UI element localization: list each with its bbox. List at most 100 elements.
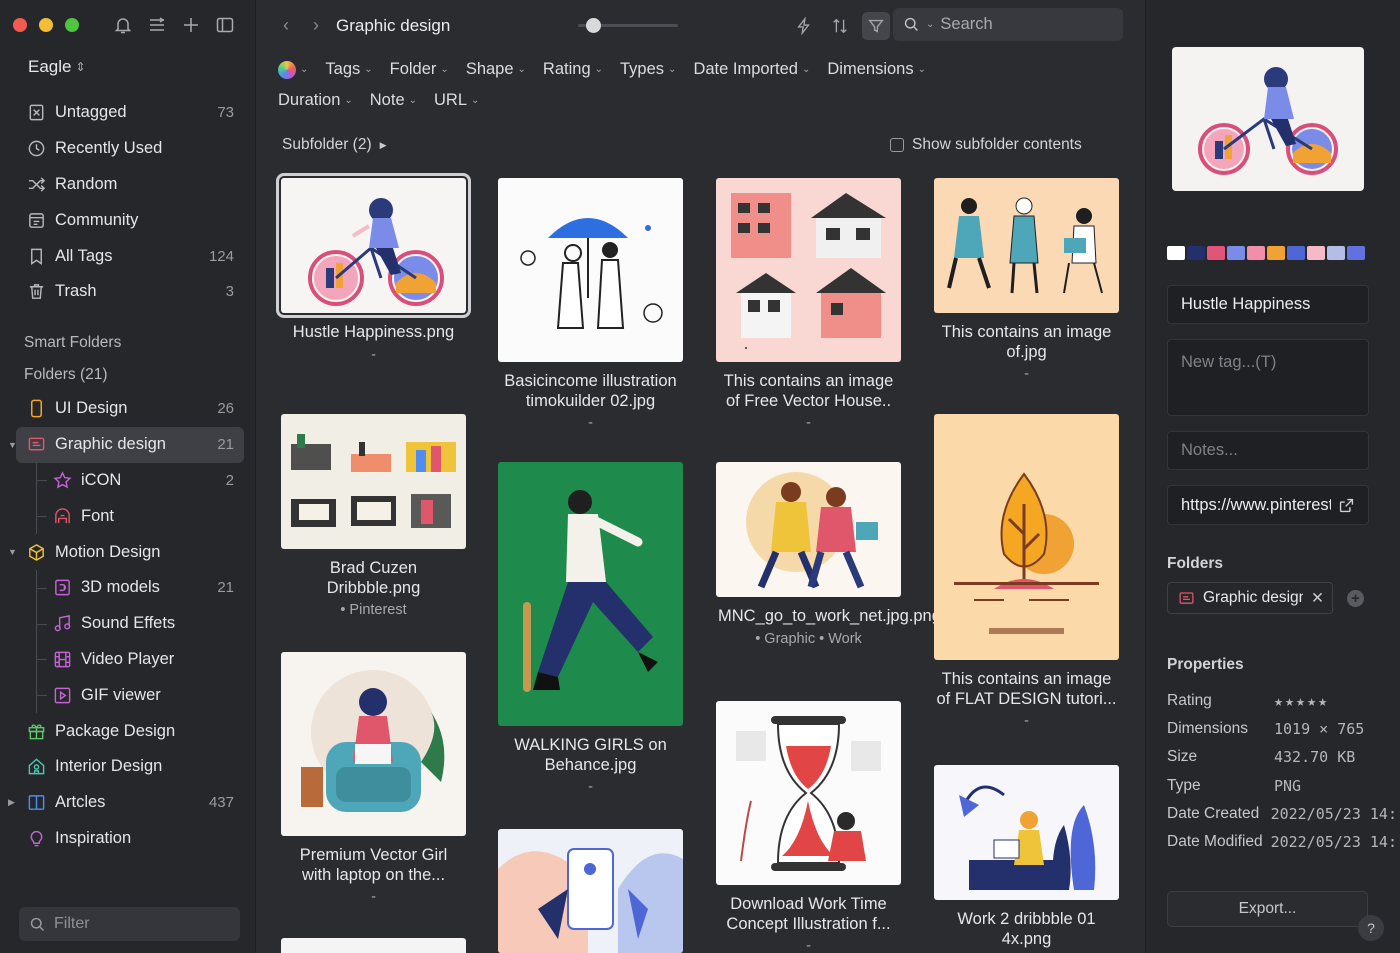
folders-heading[interactable]: Folders (21) [16, 359, 244, 391]
zoom-window-button[interactable] [65, 18, 79, 32]
palette-swatch[interactable] [1287, 246, 1305, 260]
grid-item[interactable]: This contains an image of FLAT DESIGN tu… [934, 414, 1119, 729]
close-window-button[interactable] [13, 18, 27, 32]
folder-item-interior-design[interactable]: Interior Design [16, 749, 244, 785]
export-button[interactable]: Export... [1167, 891, 1368, 927]
item-thumbnail[interactable] [498, 462, 683, 726]
item-thumbnail[interactable] [934, 414, 1119, 660]
folder-item-inspiration[interactable]: Inspiration [16, 821, 244, 857]
forward-arrow-icon[interactable]: › [306, 15, 326, 36]
add-folder-button[interactable]: + [1347, 590, 1364, 607]
sidebar-item-random[interactable]: Random [16, 167, 244, 203]
plus-icon[interactable] [180, 14, 202, 36]
lightning-icon[interactable] [790, 12, 818, 40]
minimize-window-button[interactable] [39, 18, 53, 32]
folder-item-artcles[interactable]: ▶ Artcles 437 [8, 785, 244, 821]
subfolder-toggle[interactable]: Subfolder (2) ▶ [282, 136, 387, 154]
palette-swatch[interactable] [1247, 246, 1265, 260]
show-subfolder-toggle[interactable]: Show subfolder contents [890, 136, 1082, 154]
filter-tags[interactable]: Tags ⌄ [325, 58, 372, 81]
bell-icon[interactable] [112, 14, 134, 36]
item-thumbnail[interactable] [281, 414, 466, 549]
grid-item[interactable]: Hustle Happiness.png - [276, 173, 471, 363]
color-filter[interactable]: ⌄ [278, 58, 308, 81]
folder-item-package-design[interactable]: Package Design [16, 713, 244, 749]
grid-item[interactable]: This contains an image of.jpg - [934, 178, 1119, 382]
palette-swatch[interactable] [1307, 246, 1325, 260]
folder-item-gif-viewer[interactable]: GIF viewer [16, 677, 244, 714]
show-subfolder-checkbox[interactable] [890, 138, 904, 152]
grid-item[interactable] [281, 938, 466, 953]
item-thumbnail[interactable] [498, 829, 683, 953]
folder-item-3d-models[interactable]: 3D models 21 [16, 569, 244, 606]
grid-item[interactable]: Basicincome illustration timokuilder 02.… [498, 178, 683, 431]
notes-field[interactable]: Notes... [1167, 431, 1369, 470]
external-link-icon[interactable] [1338, 497, 1355, 514]
smart-folders-heading[interactable]: Smart Folders [16, 327, 244, 359]
folder-item-font[interactable]: Font [16, 498, 244, 535]
grid-item[interactable]: Brad Cuzen Dribbble.png • Pinterest [281, 414, 466, 618]
sidebar-item-untagged[interactable]: Untagged 73 [16, 95, 244, 131]
item-thumbnail[interactable] [281, 652, 466, 836]
caret-down-icon[interactable]: ▼ [8, 440, 17, 450]
name-field[interactable]: Hustle Happiness [1167, 285, 1369, 324]
preview-image[interactable] [1172, 47, 1364, 191]
sidebar-item-community[interactable]: Community [16, 202, 244, 238]
filter-rating[interactable]: Rating ⌄ [543, 58, 603, 81]
thumbnail-size-slider[interactable] [578, 18, 678, 33]
filter-duration[interactable]: Duration ⌄ [278, 89, 353, 112]
sidebar-filter-input[interactable]: Filter [19, 907, 240, 941]
sort-order-icon[interactable] [826, 12, 854, 40]
folder-item-video-player[interactable]: Video Player [16, 641, 244, 678]
grid-item[interactable]: Premium Vector Girl with laptop on the..… [281, 652, 466, 905]
grid-item[interactable]: MNC_go_to_work_net.jpg.png • Graphic • W… [716, 462, 941, 647]
slider-knob[interactable] [586, 18, 601, 33]
palette-swatch[interactable] [1347, 246, 1365, 260]
caret-down-icon[interactable]: ▼ [8, 547, 17, 557]
grid-item[interactable] [498, 829, 683, 953]
folder-item-ui-design[interactable]: UI Design 26 [16, 391, 244, 427]
palette-swatch[interactable] [1227, 246, 1245, 260]
palette-swatch[interactable] [1267, 246, 1285, 260]
item-thumbnail[interactable] [934, 765, 1119, 900]
item-thumbnail[interactable] [498, 178, 683, 362]
back-arrow-icon[interactable]: ‹ [276, 15, 296, 36]
folder-pill[interactable]: Graphic design ✕ [1167, 582, 1333, 614]
item-thumbnail[interactable] [716, 701, 901, 885]
sidebar-item-recently-used[interactable]: Recently Used [16, 131, 244, 167]
filter-types[interactable]: Types ⌄ [620, 58, 676, 81]
help-button[interactable]: ? [1358, 915, 1384, 941]
filter-date-imported[interactable]: Date Imported ⌄ [693, 58, 810, 81]
grid-item[interactable]: Work 2 dribbble 01 4x.png [934, 765, 1119, 949]
folder-item-sound-effets[interactable]: Sound Effets [16, 605, 244, 642]
palette-swatch[interactable] [1327, 246, 1345, 260]
sidebar-item-trash[interactable]: Trash 3 [16, 274, 244, 310]
item-thumbnail[interactable] [716, 178, 901, 362]
folder-item-icon[interactable]: iCON 2 [16, 462, 244, 499]
palette-swatch[interactable] [1187, 246, 1205, 260]
filter-note[interactable]: Note ⌄ [370, 89, 417, 112]
chevron-down-icon[interactable]: ⌄ [926, 19, 934, 30]
library-switcher[interactable]: Eagle ⇕ [28, 57, 86, 77]
palette-swatch[interactable] [1207, 246, 1225, 260]
filter-folder[interactable]: Folder ⌄ [390, 58, 449, 81]
filter-dimensions[interactable]: Dimensions ⌄ [827, 58, 926, 81]
filter-url[interactable]: URL ⌄ [434, 89, 479, 112]
folder-item-graphic-design[interactable]: ▼ Graphic design 21 [8, 426, 244, 463]
sidebar-item-all-tags[interactable]: All Tags 124 [16, 238, 244, 274]
item-thumbnail[interactable] [281, 938, 466, 953]
rating-stars[interactable]: ★★★★★ [1274, 692, 1329, 710]
tags-field[interactable]: New tag...(T) [1167, 339, 1369, 416]
grid-item[interactable]: Download Work Time Concept Illustration … [716, 701, 901, 953]
search-input[interactable]: ⌄ Search [893, 8, 1123, 41]
sidebar-toggle-icon[interactable] [214, 14, 236, 36]
remove-folder-icon[interactable]: ✕ [1311, 589, 1324, 608]
item-thumbnail[interactable] [716, 462, 901, 597]
grid-item[interactable]: This contains an image of Free Vector Ho… [716, 178, 901, 431]
sort-icon[interactable] [146, 14, 168, 36]
grid-item[interactable]: WALKING GIRLS on Behance.jpg - [498, 462, 683, 795]
palette-swatch[interactable] [1167, 246, 1185, 260]
url-field[interactable]: https://www.pinterest.com [1167, 485, 1369, 525]
item-thumbnail[interactable] [276, 173, 471, 318]
filter-shape[interactable]: Shape ⌄ [466, 58, 526, 81]
